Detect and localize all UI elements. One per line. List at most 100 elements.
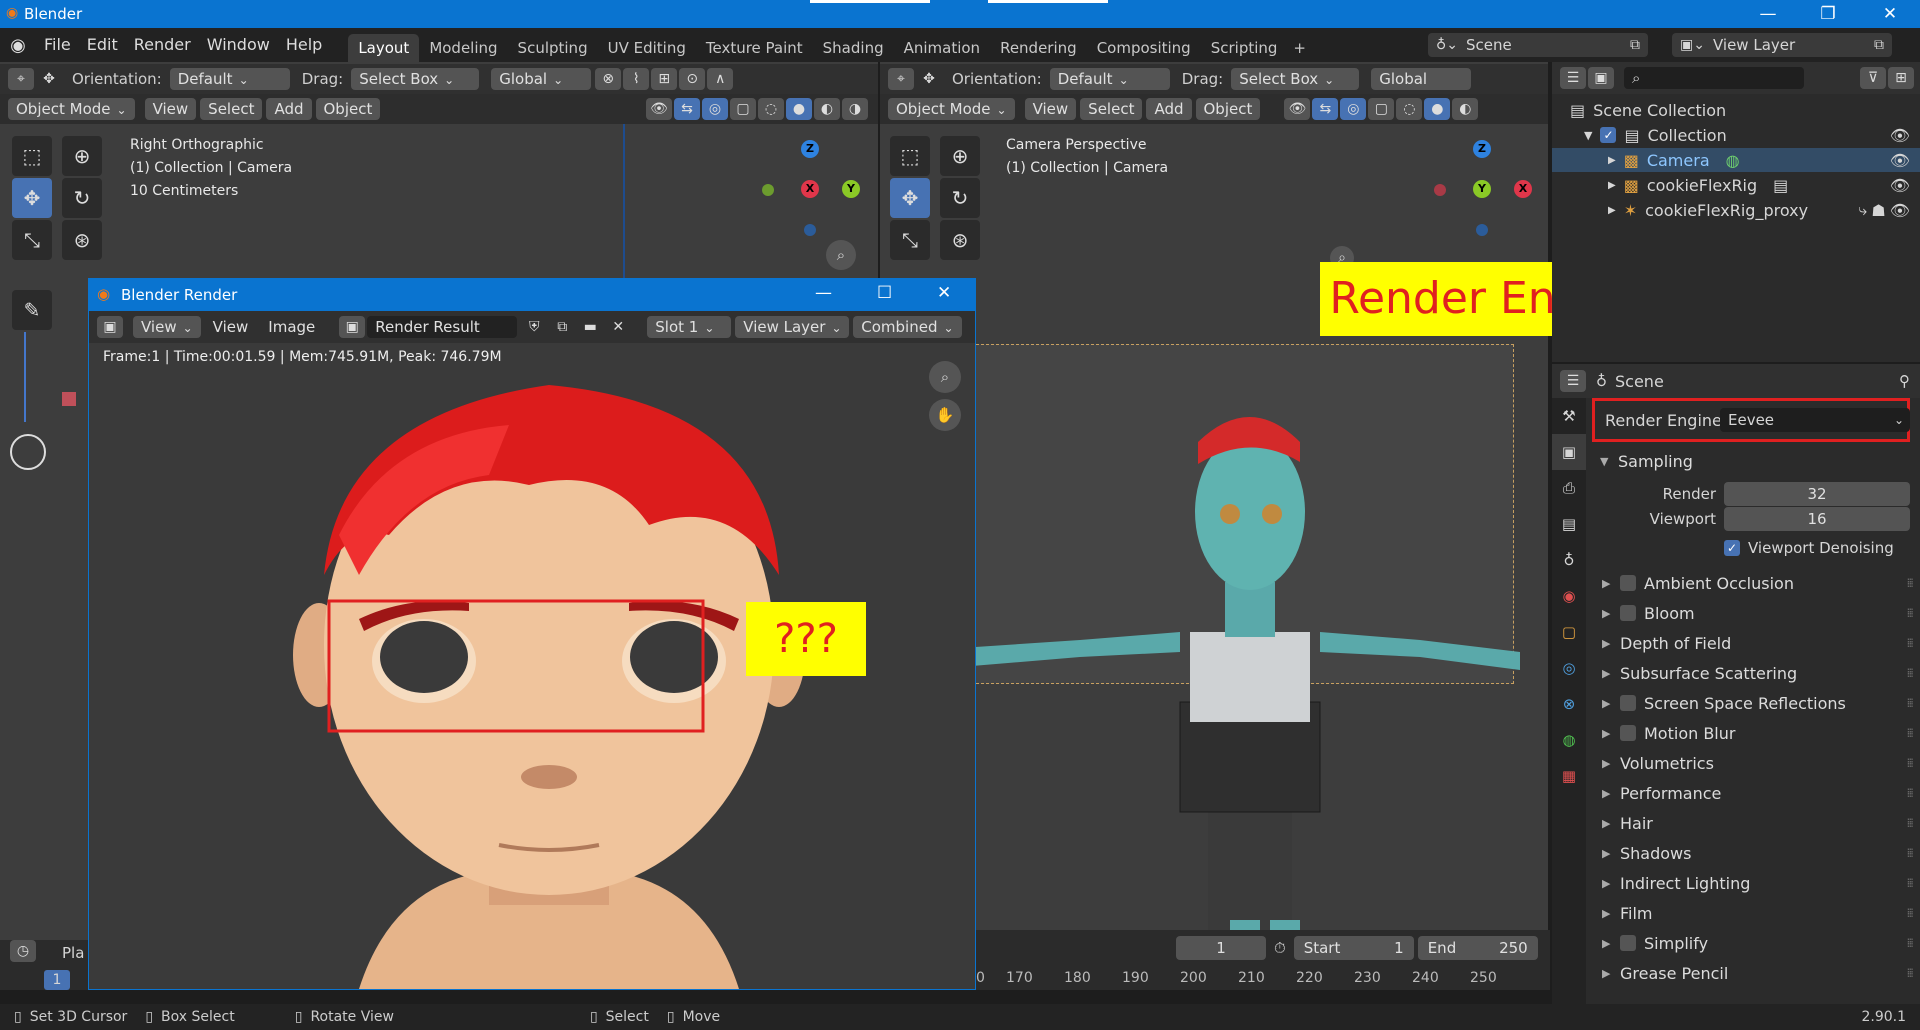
proportional-icon[interactable]: ⊙ — [679, 68, 706, 90]
x-axis-icon[interactable]: X — [1514, 180, 1532, 198]
panel-simplify[interactable]: ▶ Simplify ⁞⁞⁞ — [1592, 928, 1920, 958]
panel-bloom[interactable]: ▶ Bloom ⁞⁞⁞ — [1592, 598, 1920, 628]
scale-tool-icon[interactable]: ⤡ — [890, 220, 930, 260]
falloff-icon[interactable]: ∧ — [707, 68, 734, 90]
editor-type-icon[interactable]: ⌖ — [888, 68, 914, 90]
panel-motion-blur[interactable]: ▶ Motion Blur ⁞⁞⁞ — [1592, 718, 1920, 748]
select-box-tool-icon[interactable]: ⬚ — [12, 136, 52, 176]
z-axis-icon[interactable]: Z — [1473, 140, 1491, 158]
drag-grip-icon[interactable]: ⁞⁞⁞ — [1907, 576, 1915, 590]
blender-menu-icon[interactable]: ◉ — [0, 35, 36, 56]
rotate-tool-icon[interactable]: ↻ — [62, 178, 102, 218]
material-shading-icon[interactable]: ◐ — [1452, 98, 1479, 120]
image-name-field[interactable]: Render Result — [367, 316, 518, 338]
select-menu[interactable]: Select — [200, 98, 263, 120]
object-mode-dropdown[interactable]: Object Mode — [888, 98, 1015, 120]
neg-x-axis-icon[interactable] — [1434, 184, 1446, 196]
material-shading-icon[interactable]: ◐ — [814, 98, 840, 120]
texture-tab-icon[interactable]: ▦ — [1552, 758, 1586, 794]
menu-render[interactable]: Render — [126, 28, 199, 62]
gizmo-icon[interactable]: ⇆ — [1312, 98, 1339, 120]
stopwatch-icon[interactable]: ⏱ — [1274, 939, 1286, 957]
expand-icon[interactable]: ▼ — [1584, 129, 1592, 142]
z-axis-icon[interactable]: Z — [801, 140, 819, 158]
overlay-icon[interactable]: ◎ — [1340, 98, 1367, 120]
zoom-icon[interactable]: ⌕ — [826, 240, 856, 270]
end-frame-field[interactable]: End 250 — [1417, 936, 1538, 960]
expand-icon[interactable]: ▶ — [1608, 155, 1616, 166]
select-box-tool-icon[interactable]: ⬚ — [890, 136, 930, 176]
checkbox-icon[interactable] — [1620, 935, 1636, 951]
editor-type-icon[interactable]: ▣ — [97, 316, 123, 338]
y-axis-icon[interactable]: Y — [1473, 180, 1491, 198]
solid-shading-icon[interactable]: ● — [786, 98, 812, 120]
editor-type-icon[interactable]: ☰ — [1560, 67, 1586, 89]
panel-screen-space-reflections[interactable]: ▶ Screen Space Reflections ⁞⁞⁞ — [1592, 688, 1920, 718]
orientation-dropdown[interactable]: Default — [1049, 68, 1170, 90]
menu-file[interactable]: File — [36, 28, 79, 62]
checkbox-icon[interactable] — [1620, 575, 1636, 591]
neg-y-axis-icon[interactable] — [762, 184, 774, 196]
output-tab-icon[interactable]: ⎙ — [1552, 470, 1586, 506]
object-menu[interactable]: Object — [1195, 98, 1261, 120]
panel-depth-of-field[interactable]: ▶ Depth of Field ⁞⁞⁞ — [1592, 628, 1920, 658]
view-menu[interactable]: View — [1024, 98, 1077, 120]
pivot-icon[interactable]: ⊗ — [595, 68, 622, 90]
start-frame-field[interactable]: Start 1 — [1293, 936, 1414, 960]
playback-menu[interactable]: Pla — [62, 944, 84, 962]
eye-icon[interactable]: 👁 — [1890, 176, 1910, 195]
outliner-item-rig[interactable]: ▶ ▩ cookieFlexRig ▤ 👁 — [1608, 173, 1920, 197]
add-menu[interactable]: Add — [266, 98, 312, 120]
scene-tab-icon[interactable]: ♁ — [1552, 542, 1586, 578]
move-tool-icon[interactable]: ✥ — [890, 178, 930, 218]
eye-icon[interactable]: 👁 — [1890, 126, 1910, 145]
x-axis-icon[interactable]: X — [801, 180, 819, 198]
pass-dropdown[interactable]: Combined — [853, 316, 962, 338]
data-tab-icon[interactable]: ◍ — [1552, 722, 1586, 758]
neg-z-axis-icon[interactable] — [804, 224, 816, 236]
outliner-scene-collection[interactable]: ▤ Scene Collection — [1570, 98, 1726, 122]
tab-sculpting[interactable]: Sculpting — [508, 34, 598, 62]
search-input[interactable]: ⌕ — [1624, 67, 1804, 89]
view-menu[interactable]: View — [144, 98, 197, 120]
eye-icon[interactable]: 👁 — [1890, 151, 1910, 170]
xray-icon[interactable]: ▢ — [730, 98, 756, 120]
cursor-tool-icon[interactable]: ⊕ — [62, 136, 102, 176]
tab-compositing[interactable]: Compositing — [1087, 34, 1201, 62]
menu-window[interactable]: Window — [199, 28, 278, 62]
menu-edit[interactable]: Edit — [79, 28, 126, 62]
copy-icon[interactable]: ⧉ — [1874, 37, 1884, 53]
outliner-collection[interactable]: ▼ ✓ ▤ Collection 👁 — [1584, 123, 1920, 147]
object-menu[interactable]: Object — [315, 98, 381, 120]
neg-z-axis-icon[interactable] — [1476, 224, 1488, 236]
view-menu[interactable]: View — [205, 316, 257, 338]
close-icon[interactable]: ✕ — [1862, 0, 1918, 28]
move-tool-icon[interactable]: ✥ — [12, 178, 52, 218]
tab-shading[interactable]: Shading — [813, 34, 894, 62]
unlink-icon[interactable]: ✕ — [605, 316, 631, 338]
checkbox-icon[interactable]: ✓ — [1724, 540, 1740, 556]
expand-icon[interactable]: ▶ — [1608, 180, 1616, 191]
y-axis-icon[interactable]: Y — [842, 180, 860, 198]
fake-user-icon[interactable]: ⛨ — [521, 316, 547, 338]
editor-type-icon[interactable]: ◷ — [10, 940, 36, 962]
tab-texture-paint[interactable]: Texture Paint — [696, 34, 813, 62]
render-samples-field[interactable]: 32 — [1724, 482, 1910, 506]
copy-icon[interactable]: ⧉ — [1630, 37, 1640, 53]
gizmo-icon[interactable]: ⇆ — [674, 98, 700, 120]
navigation-gizmo[interactable]: Z Y X — [1432, 140, 1532, 240]
drag-dropdown[interactable]: Select Box — [1231, 68, 1360, 90]
transform-tool-icon[interactable]: ⊛ — [940, 220, 980, 260]
display-mode-icon[interactable]: ▣ — [1588, 67, 1614, 89]
tool-tab-icon[interactable]: ⚒ — [1552, 398, 1586, 434]
copy-icon[interactable]: ⧉ — [549, 316, 575, 338]
drag-grip-icon[interactable]: ⁞⁞⁞ — [1907, 846, 1915, 860]
checkbox-icon[interactable] — [1620, 605, 1636, 621]
drag-grip-icon[interactable]: ⁞⁞⁞ — [1907, 696, 1915, 710]
cursor-tool-icon[interactable]: ⊕ — [940, 136, 980, 176]
snap-target-icon[interactable]: ⊞ — [651, 68, 678, 90]
drag-grip-icon[interactable]: ⁞⁞⁞ — [1907, 666, 1915, 680]
drag-grip-icon[interactable]: ⁞⁞⁞ — [1907, 786, 1915, 800]
wireframe-shading-icon[interactable]: ◌ — [1396, 98, 1423, 120]
orientation-dropdown[interactable]: Default — [169, 68, 290, 90]
